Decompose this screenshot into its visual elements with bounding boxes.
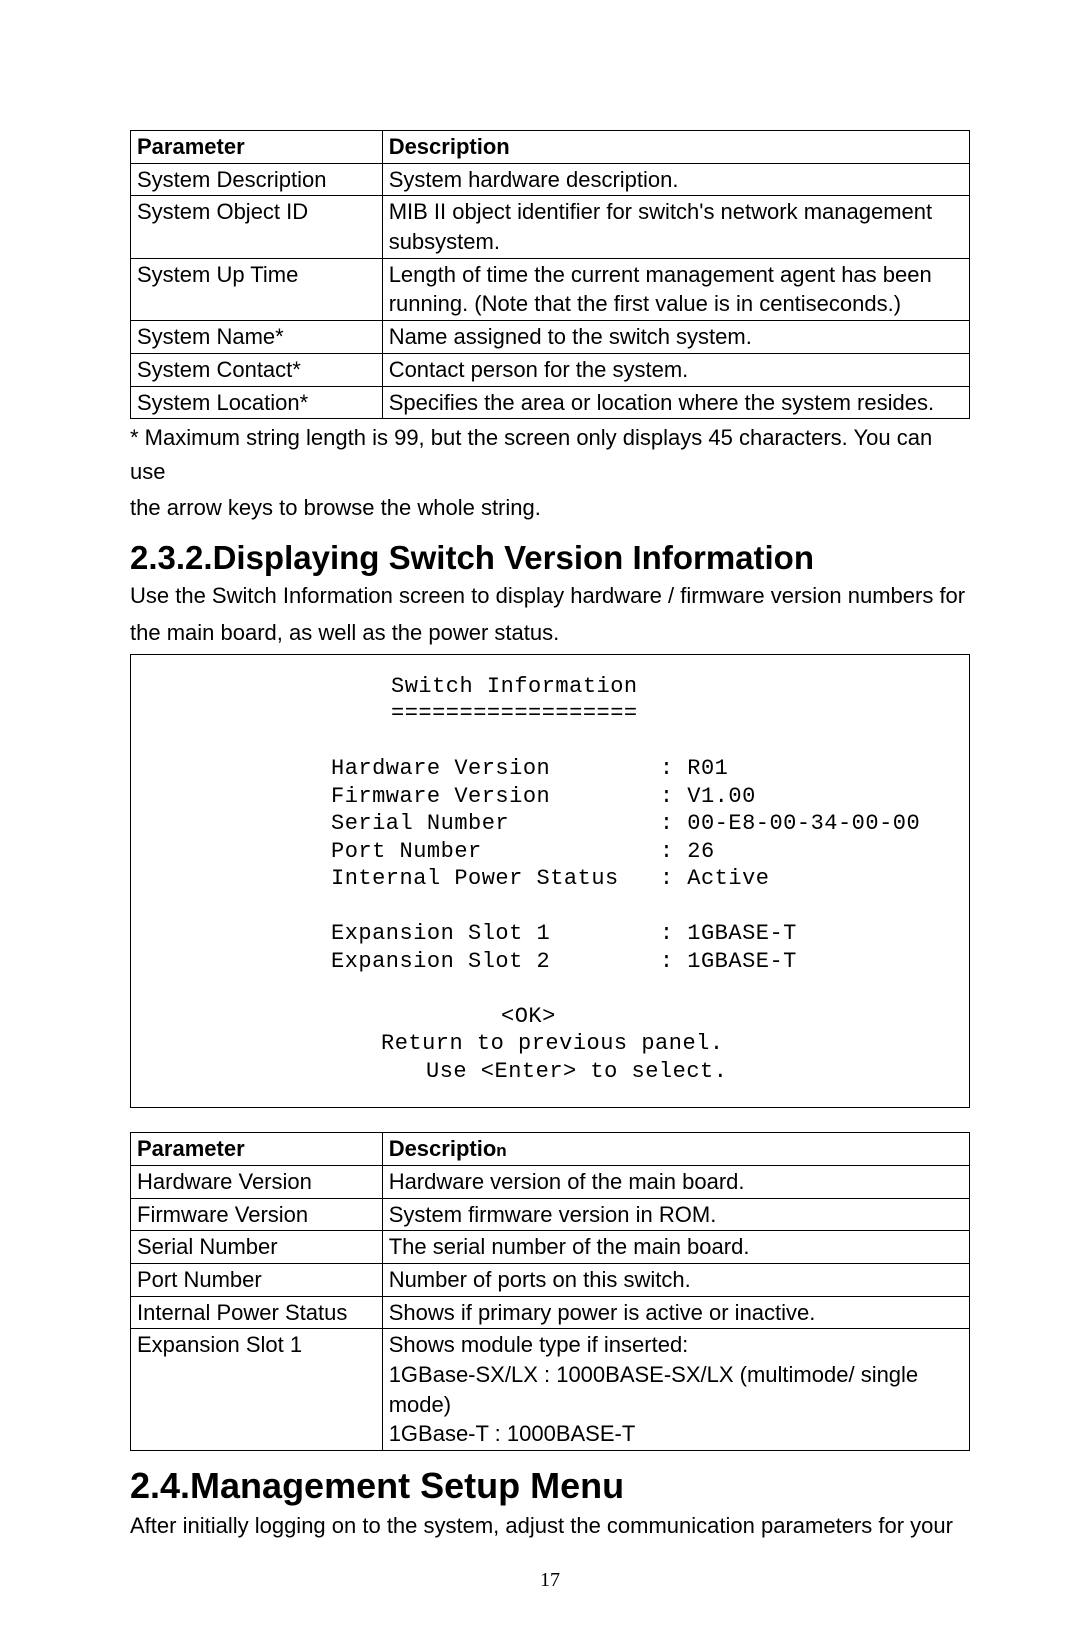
heading-management-setup: 2.4.Management Setup Menu (130, 1465, 970, 1507)
console-power-status: Internal Power Status : Active (171, 866, 769, 891)
table-cell-param: System Location* (131, 386, 383, 419)
table-cell-desc: Contact person for the system. (382, 353, 969, 386)
console-enter-hint: Use <Enter> to select. (171, 1059, 727, 1084)
table-cell-desc: MIB II object identifier for switch's ne… (382, 196, 969, 258)
table-cell-param: System Contact* (131, 353, 383, 386)
console-exp-slot-2: Expansion Slot 2 : 1GBASE-T (171, 949, 797, 974)
table-cell-desc: Name assigned to the switch system. (382, 321, 969, 354)
table-header-desc: Description (382, 1133, 969, 1166)
table-cell-desc: Shows module type if inserted: 1GBase-SX… (382, 1329, 969, 1451)
table-cell-desc: System firmware version in ROM. (382, 1198, 969, 1231)
console-title: Switch Information (171, 674, 638, 699)
table-cell-param: Hardware Version (131, 1165, 383, 1198)
table-row: Internal Power Status Shows if primary p… (131, 1296, 970, 1329)
table-cell-desc: Shows if primary power is active or inac… (382, 1296, 969, 1329)
page-root: Parameter Description System Description… (0, 0, 1080, 1632)
table-cell-desc: Number of ports on this switch. (382, 1263, 969, 1296)
console-ok: <OK> (171, 1004, 556, 1029)
table-cell-desc: The serial number of the main board. (382, 1231, 969, 1264)
table-row: Hardware Version Hardware version of the… (131, 1165, 970, 1198)
table-row: Expansion Slot 1 Shows module type if in… (131, 1329, 970, 1451)
table-row: System Location* Specifies the area or l… (131, 386, 970, 419)
heading-display-switch-version: 2.3.2.Displaying Switch Version Informat… (130, 539, 970, 577)
parameter-table-2: Parameter Description Hardware Version H… (130, 1132, 970, 1451)
table-cell-param: Internal Power Status (131, 1296, 383, 1329)
footnote-line1: * Maximum string length is 99, but the s… (130, 421, 970, 489)
parameter-table-1: Parameter Description System Description… (130, 130, 970, 419)
console-exp-slot-1: Expansion Slot 1 : 1GBASE-T (171, 921, 797, 946)
table-cell-param: Firmware Version (131, 1198, 383, 1231)
table-row: System Contact* Contact person for the s… (131, 353, 970, 386)
table-header-param: Parameter (131, 131, 383, 164)
table-cell-desc: System hardware description. (382, 163, 969, 196)
console-port-number: Port Number : 26 (171, 839, 715, 864)
section1-para-line2: the main board, as well as the power sta… (130, 616, 970, 650)
section1-para-line1: Use the Switch Information screen to dis… (130, 579, 970, 613)
table-row: System Name* Name assigned to the switch… (131, 321, 970, 354)
table-cell-desc: Specifies the area or location where the… (382, 386, 969, 419)
table-cell-param: Serial Number (131, 1231, 383, 1264)
console-return-hint: Return to previous panel. (171, 1031, 724, 1056)
table-row: Port Number Number of ports on this swit… (131, 1263, 970, 1296)
table-cell-param: Port Number (131, 1263, 383, 1296)
console-divider: ================== (171, 701, 638, 726)
table-row: System Up Time Length of time the curren… (131, 258, 970, 320)
section2-para-line1: After initially logging on to the system… (130, 1509, 970, 1543)
table-row: System Description System hardware descr… (131, 163, 970, 196)
table-cell-param: System Object ID (131, 196, 383, 258)
table-cell-param: System Description (131, 163, 383, 196)
console-serial: Serial Number : 00-E8-00-34-00-00 (171, 811, 920, 836)
table-row: Firmware Version System firmware version… (131, 1198, 970, 1231)
console-fw-version: Firmware Version : V1.00 (171, 784, 756, 809)
table-header-row: Parameter Description (131, 1133, 970, 1166)
table-header-param: Parameter (131, 1133, 383, 1166)
table-header-row: Parameter Description (131, 131, 970, 164)
table-cell-desc: Hardware version of the main board. (382, 1165, 969, 1198)
table-cell-param: System Name* (131, 321, 383, 354)
console-output-box: Switch Information ================== Ha… (130, 654, 970, 1109)
table-header-desc: Description (382, 131, 969, 164)
console-hw-version: Hardware Version : R01 (171, 756, 728, 781)
table-row: Serial Number The serial number of the m… (131, 1231, 970, 1264)
console-output: Switch Information ================== Ha… (171, 673, 929, 1086)
table-cell-param: System Up Time (131, 258, 383, 320)
table-cell-desc: Length of time the current management ag… (382, 258, 969, 320)
table-row: System Object ID MIB II object identifie… (131, 196, 970, 258)
footnote-line2: the arrow keys to browse the whole strin… (130, 491, 970, 525)
table-cell-param: Expansion Slot 1 (131, 1329, 383, 1451)
page-number: 17 (130, 1569, 970, 1592)
